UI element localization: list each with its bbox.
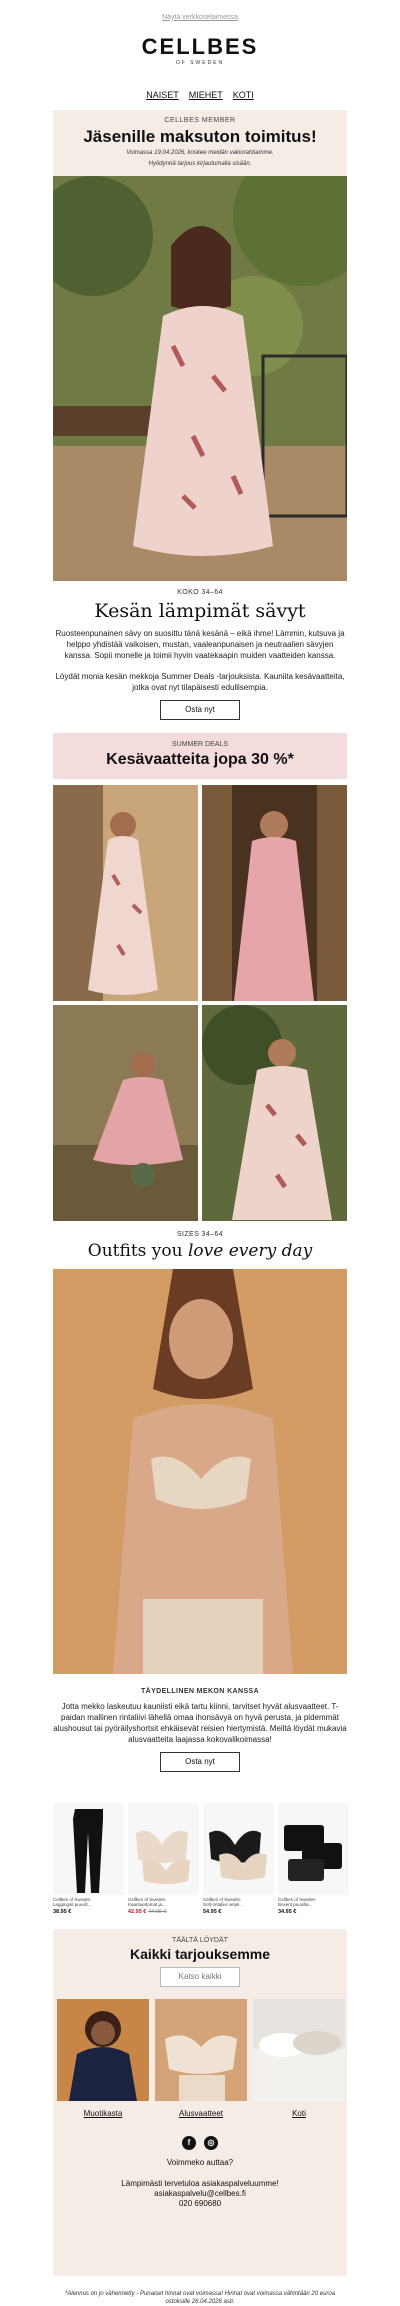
dress-image-4[interactable]: [202, 1005, 347, 1221]
perfect-with-dress-section: TÄYDELLINEN MEKON KANSSA Jotta mekko las…: [53, 1674, 347, 1793]
member-kicker: CELLBES MEMBER: [164, 117, 236, 124]
perfect-shop-button[interactable]: Osta nyt: [160, 1752, 240, 1772]
warm-paragraph-1: Ruosteenpunainen sävy on suosittu tänä k…: [55, 629, 345, 660]
outfits-section: SIZES 34–64 Outfits you love every day: [53, 1221, 347, 1261]
email-page: Näytä verkkoselaimessa CELLBES OF SWEDEN…: [0, 0, 400, 2306]
product-card[interactable]: Cellbes of Sweden Leggingsit puuvill... …: [53, 1803, 124, 1915]
see-all-button[interactable]: Katso kaikki: [160, 1967, 240, 1987]
perfect-text: Jotta mekko laskeutuu kauniisti eikä tar…: [53, 1702, 347, 1744]
warm-tones-section: KOKO 34–64 Kesän lämpimät sävyt Ruosteen…: [53, 581, 347, 733]
warm-title: Kesän lämpimät sävyt: [94, 600, 306, 622]
category-lingerie-image[interactable]: [155, 1999, 247, 2101]
category-home[interactable]: Koti: [253, 1999, 345, 2118]
facebook-icon[interactable]: f: [182, 2136, 196, 2150]
outfits-title-italic: love every day: [187, 1241, 313, 1261]
category-fashion-image[interactable]: [57, 1999, 149, 2101]
view-in-browser-link[interactable]: Näytä verkkoselaimessa: [162, 14, 238, 21]
member-title: Jäsenille maksuton toimitus!: [83, 127, 317, 146]
lingerie-illustration: [53, 1269, 347, 1674]
member-note-1: Voimassa 19.04.2026, koskee meidän vakio…: [126, 150, 274, 156]
product-image[interactable]: [128, 1803, 199, 1895]
outfits-title-plain: Outfits you: [87, 1241, 188, 1261]
product-image[interactable]: [203, 1803, 274, 1895]
social-icons: f ◎: [53, 2136, 347, 2150]
price-current: 38.95 €: [53, 1909, 72, 1915]
outfits-kicker: SIZES 34–64: [176, 1231, 224, 1238]
member-banner[interactable]: CELLBES MEMBER Jäsenille maksuton toimit…: [53, 110, 347, 176]
dress-image-3[interactable]: [53, 1005, 198, 1221]
hero-image[interactable]: [53, 176, 347, 581]
product-name: Soft-rintaliivi vetyk...: [203, 1902, 244, 1907]
product-row: Cellbes of Sweden Leggingsit puuvill... …: [53, 1803, 349, 1915]
dress-image-1[interactable]: [53, 785, 198, 1001]
warm-shop-button[interactable]: Osta nyt: [160, 700, 240, 720]
top-nav: NAISET MIEHET KOTI: [0, 80, 400, 110]
price-current: 34.95 €: [278, 1909, 297, 1915]
preheader: Näytä verkkoselaimessa: [0, 0, 400, 34]
contact-email[interactable]: asiakaspalvelu@cellbes.fi: [53, 2189, 347, 2199]
product-card[interactable]: Cellbes of Sweden Boxerit puuvilla... 34…: [278, 1803, 349, 1915]
nav-women[interactable]: NAISET: [146, 90, 179, 100]
category-row: Muotikasta Alusvaatteet Koti: [53, 1993, 347, 2128]
lingerie-image[interactable]: [53, 1269, 347, 1674]
summer-deals-banner[interactable]: SUMMER DEALS Kesävaatteita jopa 30 %*: [53, 733, 347, 779]
warm-paragraph-2: Löydät monia kesän mekkoja Summer Deals …: [55, 672, 345, 692]
nav-home[interactable]: KOTI: [233, 90, 254, 100]
help-heading: Voimmeko auttaa?: [166, 2158, 234, 2167]
price-current: 54.95 €: [203, 1909, 222, 1915]
dress-image-2[interactable]: [202, 785, 347, 1001]
product-card[interactable]: Cellbes of Sweden Kaarituettomat ja... 4…: [128, 1803, 199, 1915]
product-name: Boxerit puuvilla...: [278, 1902, 313, 1907]
dress-grid: [53, 785, 347, 1221]
perfect-kicker: TÄYDELLINEN MEKON KANSSA: [140, 1688, 260, 1695]
category-lingerie-link[interactable]: Alusvaatteet: [155, 2109, 247, 2118]
category-home-image[interactable]: [253, 1999, 345, 2101]
price-old: 44.95 €: [148, 1909, 167, 1915]
all-offers-banner: TÄÄLTÄ LÖYDÄT Kaikki tarjouksemme Katso …: [53, 1929, 347, 1993]
hero-illustration: [53, 176, 347, 581]
deals-title: Kesävaatteita jopa 30 %*: [106, 751, 294, 768]
category-fashion-link[interactable]: Muotikasta: [57, 2109, 149, 2118]
product-image[interactable]: [53, 1803, 124, 1895]
nav-men[interactable]: MIEHET: [189, 90, 223, 100]
instagram-icon[interactable]: ◎: [204, 2136, 218, 2150]
offers-kicker: TÄÄLTÄ LÖYDÄT: [172, 1937, 228, 1944]
product-price: 34.95 €: [278, 1909, 349, 1915]
price-current: 42.95 €: [128, 1909, 147, 1915]
logo-brand: CELLBES: [141, 34, 259, 59]
outfits-title: Outfits you love every day: [53, 1241, 347, 1261]
warm-kicker: KOKO 34–64: [177, 589, 223, 596]
member-note-2: Hyödynnä tarjous kirjautumalla sisään.: [148, 161, 252, 167]
contact-welcome: Lämpimästi tervetuloa asiakaspalveluumme…: [121, 2179, 279, 2188]
footer-contact: f ◎ Voimmeko auttaa? Lämpimästi tervetul…: [53, 2128, 347, 2276]
logo-subtitle: OF SWEDEN: [175, 60, 225, 66]
contact-lines: Lämpimästi tervetuloa asiakaspalveluumme…: [53, 2179, 347, 2209]
product-price: 42.95 €44.95 €: [128, 1909, 199, 1915]
product-price: 38.95 €: [53, 1909, 124, 1915]
category-home-link[interactable]: Koti: [253, 2109, 345, 2118]
product-price: 54.95 €: [203, 1909, 274, 1915]
category-fashion[interactable]: Muotikasta: [57, 1999, 149, 2118]
offers-title: Kaikki tarjouksemme: [129, 1946, 271, 1962]
product-image[interactable]: [278, 1803, 349, 1895]
product-name: Kaarituettomat ja...: [128, 1902, 166, 1907]
logo[interactable]: CELLBES OF SWEDEN: [0, 34, 400, 80]
deals-kicker: SUMMER DEALS: [171, 741, 228, 748]
product-name: Leggingsit puuvill...: [53, 1902, 92, 1907]
product-card[interactable]: Cellbes of Sweden Soft-rintaliivi vetyk.…: [203, 1803, 274, 1915]
category-lingerie[interactable]: Alusvaatteet: [155, 1999, 247, 2118]
contact-phone[interactable]: 020 690680: [53, 2199, 347, 2209]
